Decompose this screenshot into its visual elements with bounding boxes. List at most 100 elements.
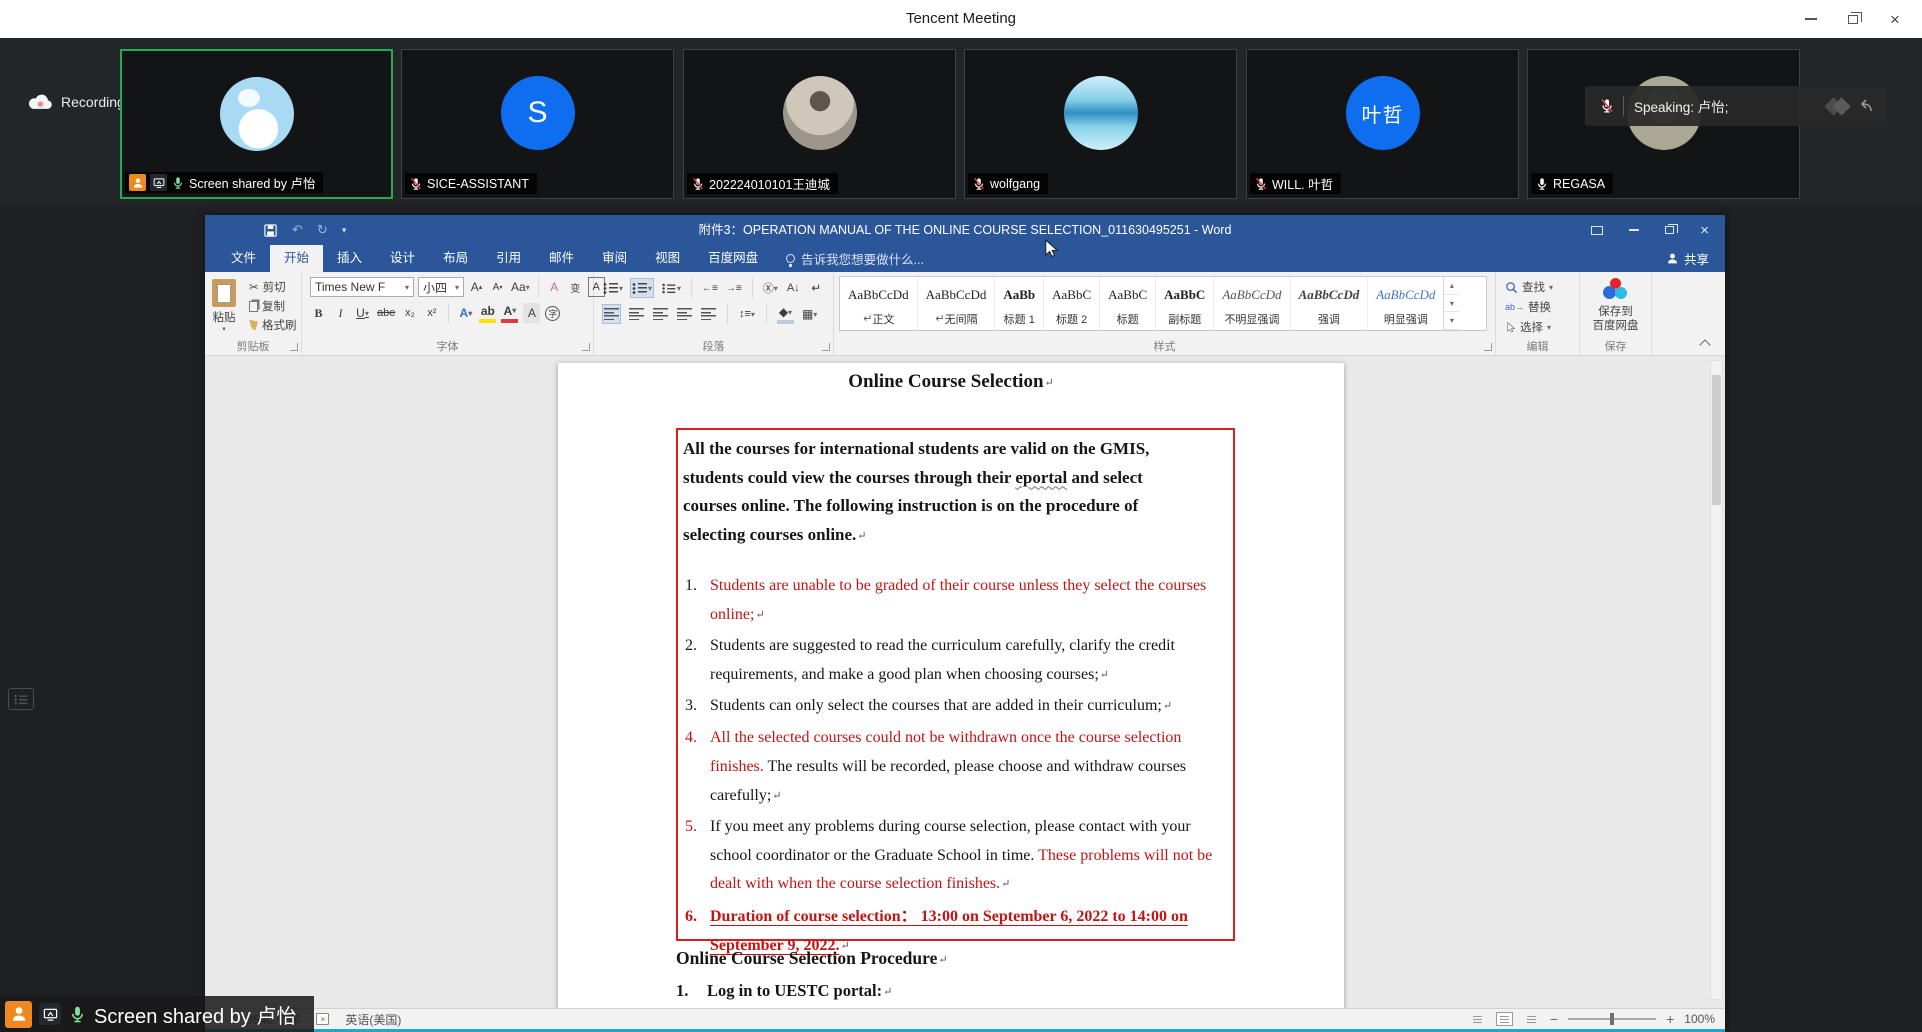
- numbering-button[interactable]: ▾: [630, 278, 654, 298]
- replace-button[interactable]: ab→替换: [1505, 299, 1553, 315]
- tab-insert[interactable]: 插入: [323, 245, 376, 272]
- align-center-button[interactable]: [628, 304, 645, 324]
- subscript-button[interactable]: x₂: [401, 303, 418, 323]
- style-heading2[interactable]: AaBbC 标题 2: [1044, 277, 1100, 330]
- italic-button[interactable]: I: [332, 303, 349, 323]
- dialog-launcher-icon[interactable]: [290, 343, 298, 351]
- select-button[interactable]: 选择▾: [1505, 319, 1553, 335]
- share-button[interactable]: 共享: [1666, 245, 1709, 272]
- tab-design[interactable]: 设计: [376, 245, 429, 272]
- reply-arrow-icon[interactable]: [1855, 98, 1873, 114]
- meeting-sidebar-toggle[interactable]: [8, 688, 34, 710]
- tab-review[interactable]: 审阅: [588, 245, 641, 272]
- align-left-button[interactable]: [602, 304, 621, 324]
- styles-scroll-down-icon[interactable]: ▾: [1444, 295, 1459, 313]
- style-normal[interactable]: AaBbCcDd ↵正文: [840, 277, 918, 330]
- zoom-level[interactable]: 100%: [1684, 1012, 1715, 1026]
- tab-file[interactable]: 文件: [217, 245, 270, 272]
- decrease-indent-button[interactable]: ←≡: [701, 278, 719, 298]
- tell-me-box[interactable]: 告诉我您想要做什么...: [772, 245, 924, 272]
- tab-home[interactable]: 开始: [270, 245, 323, 272]
- print-layout-icon[interactable]: [1496, 1012, 1513, 1026]
- ribbon-display-options-icon[interactable]: [1591, 226, 1603, 235]
- mic-muted-icon[interactable]: [1599, 98, 1615, 114]
- cut-button[interactable]: ✂剪切: [249, 279, 297, 295]
- increase-indent-button[interactable]: →≡: [725, 278, 743, 298]
- superscript-button[interactable]: x²: [423, 303, 440, 323]
- zoom-in-icon[interactable]: +: [1666, 1011, 1674, 1027]
- bold-button[interactable]: B: [310, 303, 327, 323]
- highlight-color-button[interactable]: ab: [479, 303, 496, 323]
- paste-button[interactable]: 粘贴 ▾: [212, 279, 236, 333]
- zoom-out-icon[interactable]: −: [1550, 1011, 1558, 1027]
- font-size-combo[interactable]: 小四▾: [418, 277, 464, 297]
- tab-mailings[interactable]: 邮件: [535, 245, 588, 272]
- multilevel-list-button[interactable]: ▾: [660, 278, 682, 298]
- line-spacing-button[interactable]: ↕≡▾: [738, 304, 756, 324]
- borders-button[interactable]: ▦▾: [801, 304, 818, 324]
- read-mode-icon[interactable]: [1469, 1012, 1486, 1026]
- tab-layout[interactable]: 布局: [429, 245, 482, 272]
- collapse-ribbon-icon[interactable]: [1699, 339, 1710, 350]
- style-title[interactable]: AaBbC 标题: [1100, 277, 1156, 330]
- bullets-button[interactable]: ▾: [602, 278, 624, 298]
- participant-tile[interactable]: S SICE-ASSISTANT: [401, 49, 674, 199]
- grow-font-button[interactable]: A▴: [468, 277, 485, 297]
- asian-layout-button[interactable]: Ⓧ▾: [762, 278, 779, 298]
- underline-button[interactable]: U▾: [354, 303, 371, 323]
- clear-formatting-button[interactable]: A: [546, 277, 563, 297]
- distribute-button[interactable]: [700, 304, 717, 324]
- minimize-button[interactable]: [1790, 0, 1832, 38]
- vertical-scrollbar[interactable]: [1710, 360, 1723, 1000]
- word-minimize-icon[interactable]: [1629, 229, 1639, 231]
- justify-button[interactable]: [676, 304, 693, 324]
- save-icon[interactable]: [263, 223, 278, 238]
- web-layout-icon[interactable]: [1523, 1012, 1540, 1026]
- style-heading1[interactable]: AaBb 标题 1: [995, 277, 1044, 330]
- zoom-slider-handle[interactable]: [1610, 1013, 1614, 1025]
- show-marks-button[interactable]: ↵: [808, 278, 825, 298]
- format-painter-button[interactable]: 格式刷: [249, 317, 297, 333]
- style-subtle-emphasis[interactable]: AaBbCcDd 不明显强调: [1214, 277, 1290, 330]
- participant-tile[interactable]: 叶哲 WILL. 叶哲: [1246, 49, 1519, 199]
- save-to-baidu-button[interactable]: 保存到百度网盘: [1580, 278, 1651, 333]
- participant-tile[interactable]: wolfgang: [964, 49, 1237, 199]
- dialog-launcher-icon[interactable]: [822, 343, 830, 351]
- participant-tile[interactable]: 202224010101王迪城: [683, 49, 956, 199]
- tab-baidu-netdisk[interactable]: 百度网盘: [694, 245, 772, 272]
- shading-button[interactable]: ◆▾: [777, 304, 794, 324]
- copy-button[interactable]: 复制: [249, 298, 297, 314]
- style-subtitle[interactable]: AaBbC 副标题: [1156, 277, 1214, 330]
- shrink-font-button[interactable]: A▾: [489, 277, 506, 297]
- redo-icon[interactable]: ↻: [317, 222, 328, 238]
- language-indicator[interactable]: 英语(美国): [345, 1011, 401, 1028]
- text-effects-button[interactable]: A▾: [457, 303, 474, 323]
- tab-view[interactable]: 视图: [641, 245, 694, 272]
- strikethrough-button[interactable]: abe: [376, 303, 396, 323]
- zoom-slider[interactable]: [1568, 1018, 1656, 1020]
- sort-button[interactable]: A↓: [785, 278, 802, 298]
- word-restore-icon[interactable]: [1665, 226, 1674, 234]
- change-case-button[interactable]: Aa▾: [510, 277, 531, 297]
- dialog-launcher-icon[interactable]: [582, 343, 590, 351]
- document-page[interactable]: Online Course Selection↵ All the courses…: [558, 363, 1344, 1008]
- participant-tile[interactable]: Screen shared by 卢怡: [120, 49, 393, 199]
- qat-dropdown-icon[interactable]: ▾: [342, 225, 347, 236]
- dialog-launcher-icon[interactable]: [1484, 343, 1492, 351]
- style-emphasis[interactable]: AaBbCcDd 强调: [1291, 277, 1369, 330]
- styles-more-icon[interactable]: ▾: [1444, 312, 1459, 330]
- scrollbar-thumb[interactable]: [1712, 375, 1721, 505]
- phonetic-guide-button[interactable]: 变: [567, 277, 584, 297]
- find-button[interactable]: 查找▾: [1505, 279, 1553, 295]
- enclose-characters-button[interactable]: 字: [545, 306, 560, 321]
- styles-scroll-up-icon[interactable]: ▴: [1444, 277, 1459, 295]
- close-button[interactable]: ×: [1874, 0, 1916, 38]
- restore-button[interactable]: [1832, 0, 1874, 38]
- word-close-icon[interactable]: ×: [1700, 222, 1709, 239]
- character-shading-button[interactable]: A: [523, 303, 540, 323]
- style-no-spacing[interactable]: AaBbCcDd ↵无间隔: [918, 277, 996, 330]
- font-color-button[interactable]: A▾: [501, 303, 518, 323]
- undo-icon[interactable]: ↶: [292, 222, 303, 238]
- align-right-button[interactable]: [652, 304, 669, 324]
- proofing-icon[interactable]: ×: [316, 1013, 329, 1025]
